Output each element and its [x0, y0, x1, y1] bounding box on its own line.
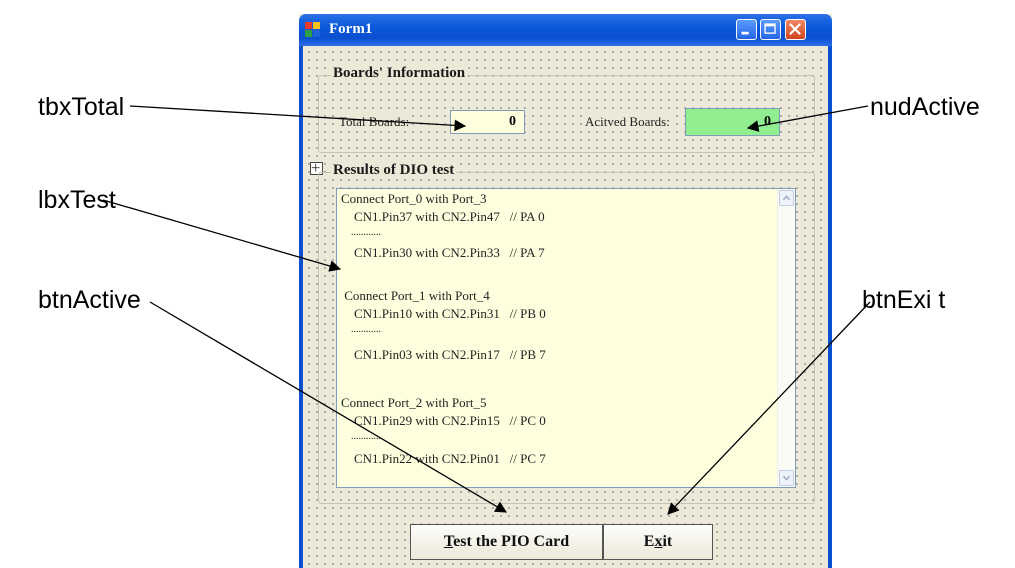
chevron-up-icon	[782, 195, 791, 201]
list-item: CN1.Pin29 with CN2.Pin15 // PC 0	[341, 413, 546, 428]
total-boards-label: Total Boards:	[339, 114, 410, 130]
callout-btnactive: btnActive	[38, 286, 141, 314]
active-boards-label: Acitved Boards:	[585, 114, 670, 130]
chevron-down-icon	[782, 475, 791, 481]
list-item: CN1.Pin37 with CN2.Pin47 // PA 0	[341, 209, 545, 224]
exit-button-label-b: it	[662, 533, 673, 550]
test-pio-card-button[interactable]: Test the PIO Card	[410, 524, 603, 560]
callout-nudactive: nudActive	[870, 93, 980, 121]
maximize-button[interactable]	[760, 19, 781, 40]
results-title: Results of DIO test	[331, 162, 457, 179]
minimize-icon	[741, 31, 749, 35]
listbox-scrollbar[interactable]	[777, 189, 795, 487]
boards-info-title: Boards' Information	[331, 65, 468, 82]
test-button-label: est the PIO Card	[453, 533, 570, 550]
maximize-icon	[764, 23, 776, 34]
scroll-up-button[interactable]	[779, 190, 794, 206]
app-icon	[305, 22, 321, 38]
total-boards-textbox[interactable]: 0	[450, 110, 525, 134]
scroll-down-button[interactable]	[779, 470, 794, 486]
list-item: ............	[341, 227, 381, 238]
title-bar[interactable]: Form1	[299, 14, 832, 46]
window-border-right	[828, 46, 832, 568]
exit-button[interactable]: Exit	[603, 524, 713, 560]
list-item: ............	[341, 431, 381, 442]
list-item: Connect Port_2 with Port_5	[341, 395, 487, 410]
list-item: Connect Port_0 with Port_3	[341, 191, 487, 206]
minimize-button[interactable]	[736, 19, 757, 40]
list-item: CN1.Pin03 with CN2.Pin17 // PB 7	[341, 347, 546, 362]
form-client-area: Boards' Information Total Boards: 0 Acit…	[303, 46, 828, 568]
exit-button-label-a: E	[643, 533, 655, 550]
list-item: CN1.Pin30 with CN2.Pin33 // PA 7	[341, 245, 545, 260]
form-window: Form1 Boards' Information Total Boards: …	[299, 14, 832, 568]
callout-tbxtotal: tbxTotal	[38, 93, 125, 121]
list-item: Connect Port_1 with Port_4	[341, 288, 490, 303]
callout-lbxtest: lbxTest	[38, 186, 116, 214]
close-button[interactable]	[785, 19, 806, 40]
window-title: Form1	[329, 21, 373, 37]
active-boards-numeric[interactable]: 0	[685, 108, 780, 136]
test-button-mnemonic: T	[443, 533, 454, 550]
test-results-listbox[interactable]: Connect Port_0 with Port_3 CN1.Pin37 wit…	[336, 188, 796, 488]
callout-btnexit: btnExi t	[862, 286, 946, 314]
list-item: ............	[341, 324, 381, 335]
list-item: CN1.Pin22 with CN2.Pin01 // PC 7	[341, 451, 546, 466]
close-icon	[789, 23, 801, 35]
list-item: CN1.Pin10 with CN2.Pin31 // PB 0	[341, 306, 546, 321]
